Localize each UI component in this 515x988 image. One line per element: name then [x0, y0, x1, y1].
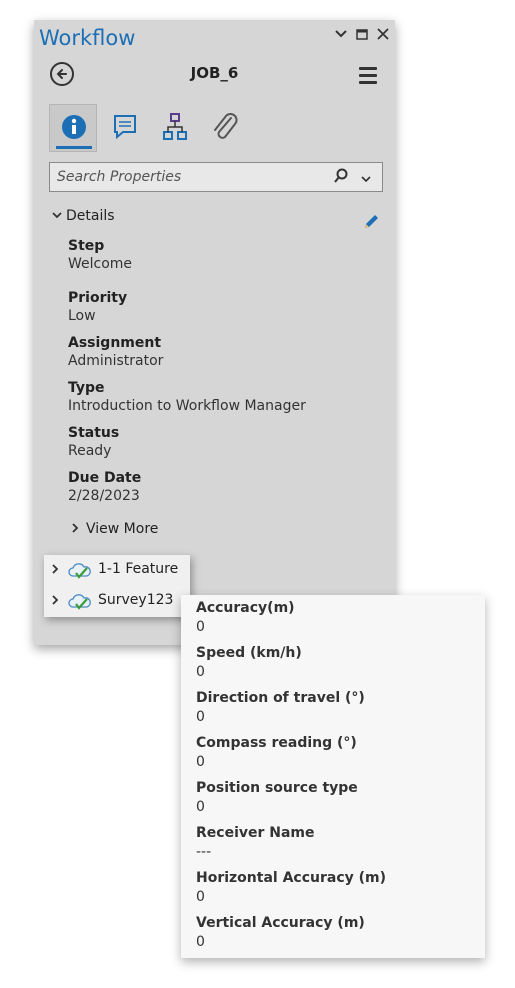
search-icon[interactable]	[333, 168, 349, 188]
close-icon[interactable]	[376, 26, 390, 45]
details-toggle[interactable]: Details	[52, 208, 115, 224]
field-label: Priority	[68, 290, 128, 306]
search-placeholder: Search Properties	[57, 169, 182, 185]
popup-field-label: Vertical Accuracy (m)	[196, 915, 365, 931]
popup-field: Horizontal Accuracy (m) 0	[196, 870, 386, 905]
chevron-down-icon	[52, 212, 62, 219]
field-priority: Priority Low	[68, 290, 127, 324]
popup-field-label: Direction of travel (°)	[196, 690, 365, 706]
popup-field-label: Receiver Name	[196, 825, 315, 841]
popup-field-label: Speed (km/h)	[196, 645, 302, 661]
paperclip-icon	[214, 113, 238, 139]
tab-hierarchy[interactable]	[151, 104, 199, 152]
chevron-right-icon[interactable]	[50, 564, 60, 577]
field-label: Status	[68, 425, 120, 441]
field-label: Assignment	[68, 335, 162, 351]
field-value: 2/28/2023	[68, 488, 140, 504]
field-type: Type Introduction to Workflow Manager	[68, 380, 306, 414]
layer-name: Survey123	[98, 592, 174, 608]
cloud-check-icon	[68, 562, 92, 584]
tab-info[interactable]	[49, 104, 97, 152]
tab-bar	[49, 104, 249, 152]
tab-attachments[interactable]	[201, 104, 249, 152]
popup-field-value: 0	[196, 799, 205, 815]
attribute-popup: Accuracy(m) 0 Speed (km/h) 0 Direction o…	[181, 595, 485, 958]
popup-field-value: 0	[196, 889, 205, 905]
field-step: Step Welcome	[68, 238, 132, 272]
chevron-down-icon[interactable]	[360, 170, 372, 189]
workflow-pane: Workflow JOB_6 Search Properties Details…	[34, 20, 395, 645]
popup-field: Position source type 0	[196, 780, 358, 815]
popup-field: Direction of travel (°) 0	[196, 690, 365, 725]
popup-field-label: Position source type	[196, 780, 358, 796]
popup-field-label: Horizontal Accuracy (m)	[196, 870, 387, 886]
popup-field-value: 0	[196, 664, 205, 680]
field-label: Step	[68, 238, 105, 254]
info-icon	[62, 115, 86, 139]
field-value: Ready	[68, 443, 112, 459]
search-input[interactable]: Search Properties	[49, 162, 383, 192]
popup-field-value: ---	[196, 844, 212, 860]
chevron-down-icon[interactable]	[334, 26, 348, 45]
popup-field-value: 0	[196, 619, 205, 635]
layer-list: 1-1 Feature Survey123	[44, 555, 190, 617]
popup-field-value: 0	[196, 709, 205, 725]
field-value: Introduction to Workflow Manager	[68, 398, 306, 414]
field-label: Type	[68, 380, 105, 396]
popup-field: Speed (km/h) 0	[196, 645, 302, 680]
comment-icon	[114, 115, 136, 140]
details-header: Details	[66, 208, 115, 224]
view-more-toggle[interactable]: View More	[70, 521, 158, 537]
layer-name: 1-1 Feature	[98, 561, 179, 577]
field-label: Due Date	[68, 470, 142, 486]
popup-field-label: Compass reading (°)	[196, 735, 357, 751]
restore-icon[interactable]	[355, 26, 369, 45]
field-assignment: Assignment Administrator	[68, 335, 163, 369]
job-title: JOB_6	[190, 64, 239, 82]
field-value: Welcome	[68, 256, 133, 272]
pane-title: Workflow	[39, 26, 136, 50]
popup-field: Accuracy(m) 0	[196, 600, 295, 635]
field-value: Low	[68, 308, 96, 324]
popup-field: Receiver Name ---	[196, 825, 315, 860]
layer-item[interactable]: 1-1 Feature	[44, 556, 190, 584]
layer-item[interactable]: Survey123	[44, 587, 190, 615]
popup-field-label: Accuracy(m)	[196, 600, 295, 616]
view-more-label: View More	[86, 521, 159, 537]
menu-icon[interactable]	[359, 67, 377, 88]
popup-field: Compass reading (°) 0	[196, 735, 357, 770]
field-value: Administrator	[68, 353, 164, 369]
edit-pencil-icon[interactable]	[362, 213, 380, 235]
popup-field-value: 0	[196, 754, 205, 770]
cloud-check-icon	[68, 593, 92, 615]
hierarchy-icon	[163, 113, 187, 140]
field-status: Status Ready	[68, 425, 119, 459]
chevron-right-icon[interactable]	[50, 595, 60, 608]
popup-field: Vertical Accuracy (m) 0	[196, 915, 365, 950]
pane-titlebar: Workflow	[34, 20, 395, 58]
chevron-right-icon	[72, 523, 79, 533]
popup-field-value: 0	[196, 934, 205, 950]
field-due-date: Due Date 2/28/2023	[68, 470, 141, 504]
tab-comments[interactable]	[101, 104, 149, 152]
